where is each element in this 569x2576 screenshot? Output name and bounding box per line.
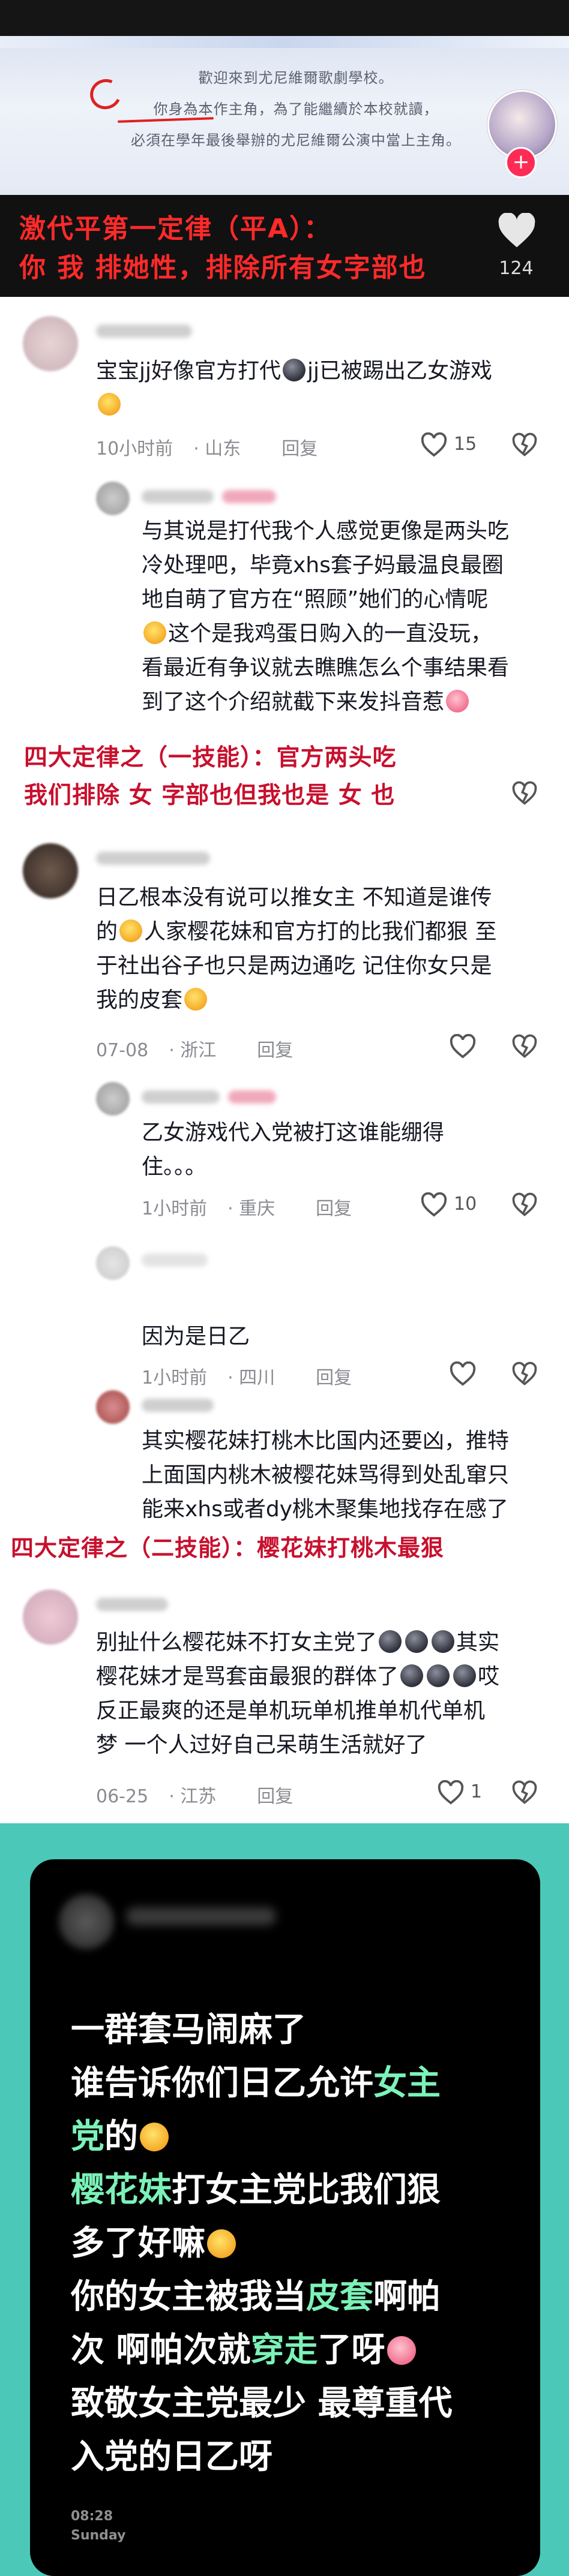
reply-item: 其实樱花妹打桃木比国内还要凶，推特 上面国内桃木被樱花妹骂得到处乱窜只 能来xh… — [0, 1373, 569, 1529]
reply-text: 与其说是打代我个人感觉更像是两头吃 冷处理吧，毕竟xhs套子妈最温良最圈 地自萌… — [142, 519, 510, 714]
username-blurred[interactable] — [96, 324, 192, 338]
game-line-3: 必須在學年最後舉辦的尤尼維爾公演中當上主角。 — [131, 132, 461, 149]
reply-button[interactable]: 回复 — [257, 1040, 293, 1061]
laugh-emoji-icon — [446, 690, 469, 713]
avatar[interactable] — [23, 1589, 78, 1645]
username-blurred[interactable] — [142, 490, 214, 503]
story-line: 你的女主被我当皮套啊帕 — [71, 2277, 441, 2316]
game-line-2: 你身為本作主角，為了能繼續於本校就讀， — [153, 101, 439, 118]
story-line: 致敬女主党最少 最尊重代 — [71, 2384, 453, 2423]
like-heart-icon[interactable] — [437, 1780, 465, 1805]
reply-item: 因为是日乙 1小时前 · 四川 回复 — [0, 1236, 569, 1388]
comment-meta: 07-08 · 浙江 回复 — [96, 1040, 294, 1061]
reply-button[interactable]: 回复 — [316, 1198, 352, 1219]
phone-story-screen: 一群套马闹麻了谁告诉你们日乙允许女主党的樱花妹打女主党比我们狠多了好嘛你的女主被… — [30, 1859, 540, 2576]
story-line: 次 啊帕次就穿走了呀 — [71, 2323, 515, 2377]
author-badge-blurred — [222, 490, 276, 503]
comment-text: 别扯什么樱花妹不打女主党了 其实 樱花妹才是骂套亩最狠的群体了哎 反正最爽的还是单… — [96, 1630, 500, 1757]
overlay-caption-1-line-2: 我们排除 女 字部也但我也是 女 也 — [24, 782, 396, 809]
sweat-face-emoji-icon — [143, 621, 166, 644]
video-like-count: 124 — [499, 258, 534, 279]
story-line: 入党的日乙呀 — [71, 2437, 272, 2476]
reply-text: 乙女游戏代入党被打这谁能绷得 住。。。 — [142, 1120, 445, 1179]
username-blurred[interactable] — [142, 1090, 220, 1104]
follow-plus-button[interactable]: + — [505, 147, 537, 178]
comment-item: 宝宝jj好像官方打代 jj已被踢出乙女游戏 10小时前 · 山东 回复 15 — [0, 297, 569, 477]
video-overlay-line-2: 你 我 排她性，排除所有女字部也 — [19, 253, 427, 283]
reply-text: 其实樱花妹打桃木比国内还要凶，推特 上面国内桃木被樱花妹骂得到处乱窜只 能来xh… — [142, 1429, 510, 1522]
comment-item: 别扯什么樱花妹不打女主党了 其实 樱花妹才是骂套亩最狠的群体了哎 反正最爽的还是单… — [0, 1577, 569, 1823]
dislike-heart-icon[interactable] — [511, 781, 538, 806]
dark-face-emoji-icon — [432, 1630, 455, 1653]
video-frame[interactable]: 歡迎來到尤尼維爾歌劇學校。 你身為本作主角，為了能繼續於本校就讀， 必須在學年最… — [0, 0, 569, 297]
dark-face-emoji-icon — [283, 359, 306, 381]
avatar[interactable] — [96, 1390, 130, 1424]
avatar[interactable] — [96, 1082, 130, 1116]
comment-text: 宝宝jj好像官方打代 jj已被踢出乙女游戏 — [96, 354, 540, 422]
like-count: 1 — [471, 1781, 483, 1802]
username-blurred — [126, 1907, 276, 1925]
story-line: 一群套马闹麻了 — [71, 2010, 306, 2049]
dislike-heart-icon[interactable] — [511, 1034, 538, 1059]
like-heart-icon[interactable] — [449, 1034, 477, 1059]
comment-meta: 1小时前 · 重庆 回复 — [142, 1198, 352, 1219]
comment-item: 日乙根本没有说可以推女主 不知道是谁传 的人家樱花妹和官方打的比我们都狠 至 于… — [0, 828, 569, 1080]
username-blurred[interactable] — [96, 1598, 168, 1611]
comment-meta: 06-25 · 江苏 回复 — [96, 1786, 294, 1807]
laugh-emoji-icon — [119, 919, 143, 942]
reply-item: 与其说是打代我个人感觉更像是两头吃 冷处理吧，毕竟xhs套子妈最温良最圈 地自萌… — [0, 477, 569, 723]
username-blurred[interactable] — [142, 1399, 214, 1412]
username-blurred[interactable] — [142, 1254, 208, 1267]
story-line: 樱花妹打女主党比我们狠 — [71, 2171, 441, 2210]
embedded-screenshot-panel: 一群套马闹麻了谁告诉你们日乙允许女主党的樱花妹打女主党比我们狠多了好嘛你的女主被… — [0, 1823, 569, 2576]
pleading-face-emoji-icon — [98, 393, 121, 416]
like-heart-icon[interactable] — [496, 213, 538, 249]
avatar[interactable] — [23, 316, 78, 371]
username-blurred[interactable] — [96, 852, 210, 865]
avatar[interactable] — [96, 1246, 130, 1280]
avatar[interactable] — [23, 843, 78, 898]
like-count: 15 — [454, 434, 477, 455]
reply-button[interactable]: 回复 — [257, 1786, 293, 1807]
reply-item: 乙女游戏代入党被打这谁能绷得 住。。。 1小时前 · 重庆 回复 10 — [0, 1080, 569, 1219]
video-overlay-line-1: 激代平第一定律（平A）： — [19, 214, 332, 244]
sticker-emoji-icon — [387, 2336, 416, 2365]
avatar — [59, 1894, 114, 1949]
like-count: 10 — [454, 1194, 477, 1215]
overlay-caption-2: 四大定律之（二技能）：樱花妹打桃木最狠 — [11, 1535, 445, 1561]
location-label: · 山东 — [193, 438, 241, 459]
game-line-1: 歡迎來到尤尼維爾歌劇學校。 — [198, 70, 394, 86]
comment-text: 日乙根本没有说可以推女主 不知道是谁传 的人家樱花妹和官方打的比我们都狠 至 于… — [96, 885, 497, 1012]
laugh-emoji-icon — [184, 988, 208, 1011]
laugh-emoji-icon — [140, 2123, 169, 2151]
dislike-heart-icon[interactable] — [511, 1192, 538, 1218]
story-line: 党的 — [71, 2110, 515, 2163]
like-heart-icon[interactable] — [420, 432, 448, 458]
like-heart-icon[interactable] — [420, 1192, 448, 1218]
video-top-strip — [0, 0, 569, 36]
game-banner-strip — [0, 36, 569, 48]
overlay-caption-1-line-1: 四大定律之（一技能）：官方两头吃 — [24, 744, 397, 771]
author-badge-blurred — [228, 1090, 276, 1104]
story-line: 谁告诉你们日乙允许女主 — [71, 2064, 441, 2103]
game-dialog-screenshot: 歡迎來到尤尼維爾歌劇學校。 你身為本作主角，為了能繼續於本校就讀， 必須在學年最… — [0, 48, 569, 195]
laugh-emoji-icon — [207, 2229, 236, 2258]
reply-button[interactable]: 回复 — [281, 438, 318, 459]
story-timestamp: 08:28 Sunday — [71, 2509, 126, 2543]
reply-text: 因为是日乙 — [142, 1324, 250, 1349]
avatar[interactable] — [96, 482, 130, 515]
dislike-heart-icon[interactable] — [511, 432, 538, 458]
comment-meta: 10小时前 · 山东 回复 — [96, 438, 318, 459]
story-text: 一群套马闹麻了谁告诉你们日乙允许女主党的樱花妹打女主党比我们狠多了好嘛你的女主被… — [71, 2003, 515, 2484]
story-line: 多了好嘛 — [71, 2217, 515, 2270]
dislike-heart-icon[interactable] — [511, 1780, 538, 1805]
